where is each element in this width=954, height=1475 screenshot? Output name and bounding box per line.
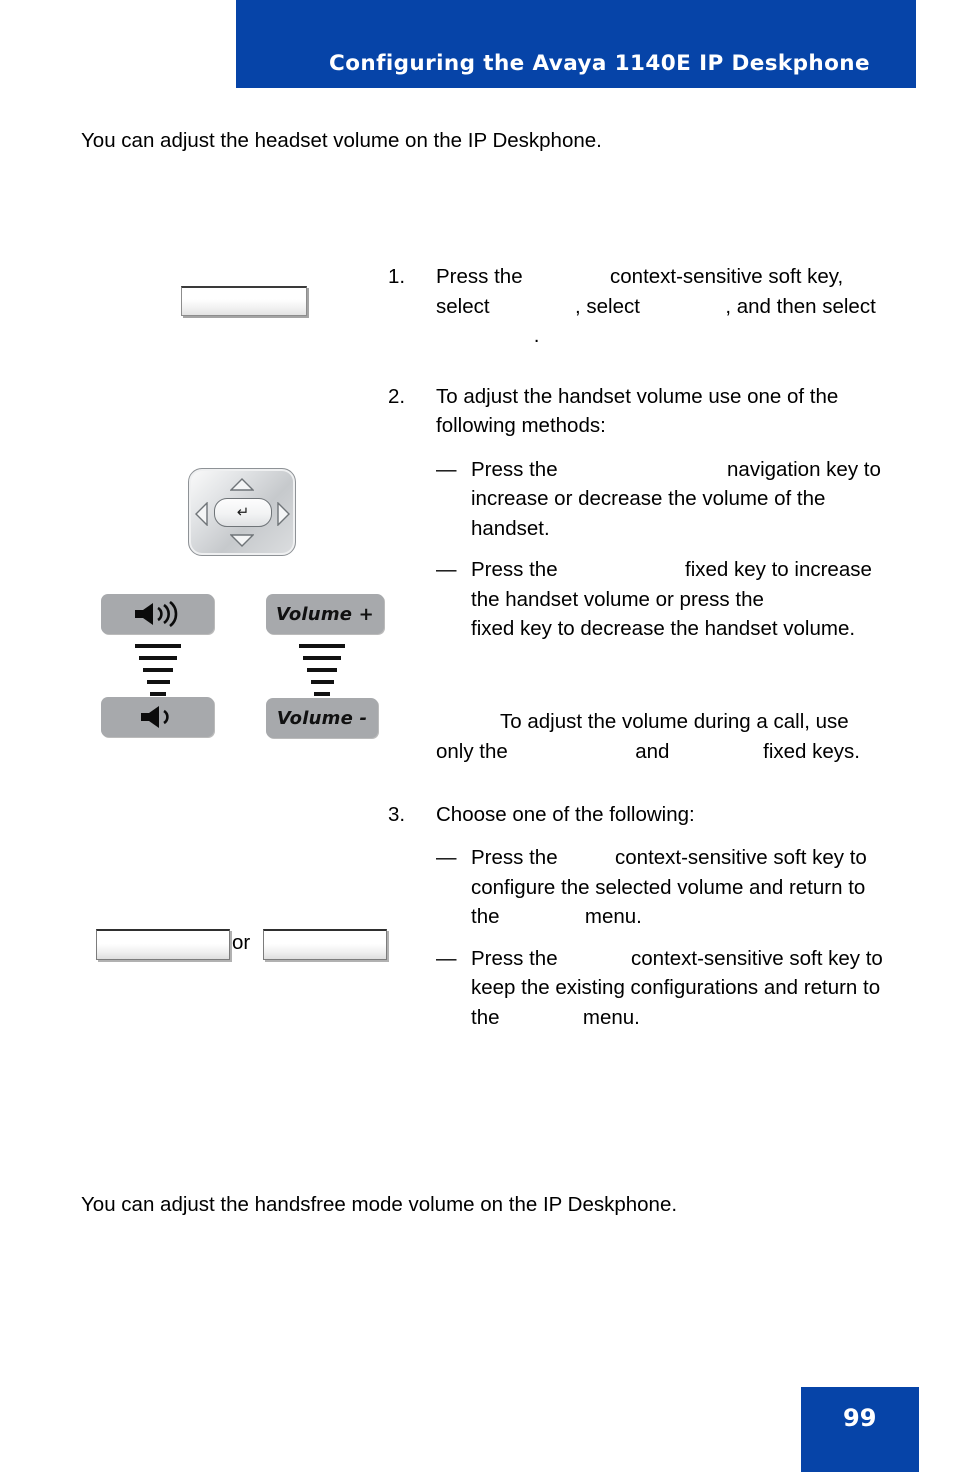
- volume-bar: [146, 680, 170, 684]
- step-2-text: To adjust the handset volume use one of …: [436, 384, 839, 438]
- page-number-badge: 99: [801, 1387, 919, 1472]
- step-1: 1. Press the context-sensitive soft key,…: [388, 262, 884, 351]
- volume-bar: [310, 680, 334, 684]
- step-2-sub-2-bold-term-1: [563, 556, 679, 577]
- softkey-graphic-step3-first: [96, 929, 230, 960]
- page-title: Configuring the Avaya 1140E IP Deskphone: [329, 51, 870, 76]
- step-2-sub-2-text: Press the fixed key to increase the hand…: [471, 555, 884, 644]
- step-3-sub-1-text: Press the context-sensitive soft key to …: [471, 843, 884, 932]
- step-2-sub-2: — Press the fixed key to increase the ha…: [388, 555, 884, 644]
- step-3-sub-2: — Press the context-sensitive soft key t…: [388, 944, 884, 1033]
- note-bold-term-1: [514, 737, 630, 758]
- navigation-cluster-inner: ↵: [189, 469, 295, 555]
- softkey-pair-step3: or: [96, 929, 396, 960]
- step-2-sub-2-dash: —: [436, 558, 457, 581]
- volume-bar: [150, 692, 166, 696]
- volume-up-label: Volume +: [276, 603, 374, 625]
- note-line-4: fixed keys.: [763, 739, 860, 763]
- step-2-sub-1-text: Press the navigation key to increase or …: [471, 455, 884, 544]
- step-3-sub-1-bold-term-1: [563, 844, 609, 865]
- step-3-sub-1-dash: —: [436, 846, 457, 869]
- volume-level-bars-left: [132, 644, 184, 696]
- volume-bar: [299, 644, 345, 648]
- procedure-steps: 1. Press the context-sensitive soft key,…: [388, 262, 884, 1032]
- step-3-number: 3.: [388, 802, 406, 826]
- volume-bar: [307, 668, 337, 672]
- softkey-graphic-step1: [181, 286, 307, 316]
- step-1-part-c: , select: [574, 294, 640, 318]
- step-2-sub-2-part-c: fixed key to decrease the handset volume…: [471, 617, 856, 640]
- speaker-loud-icon: [134, 601, 177, 627]
- step-3-sub-1-part-c: menu.: [584, 905, 642, 928]
- navigation-cluster-graphic: ↵: [188, 468, 296, 556]
- triangle-up-icon: [230, 478, 254, 491]
- volume-level-bars-right: [296, 644, 348, 696]
- note-line-3: and: [635, 739, 670, 763]
- step-1-part-a: Press the: [436, 265, 523, 288]
- step-1-bold-term-4: [436, 322, 528, 343]
- step-1-bold-term-3: [646, 292, 720, 313]
- step-3-text: Choose one of the following:: [436, 802, 695, 826]
- step-2: 2. To adjust the handset volume use one …: [388, 382, 884, 644]
- volume-down-key-graphic: Volume -: [266, 698, 378, 738]
- step-2-sub-1-part-a: Press the: [471, 457, 558, 481]
- step-3-sub-2-part-a: Press the: [471, 946, 558, 970]
- volume-bar: [303, 656, 341, 660]
- step-3-row: 3. Choose one of the following:: [388, 800, 884, 830]
- document-page: Configuring the Avaya 1140E IP Deskphone…: [0, 0, 954, 1475]
- step-3-sub-2-text: Press the context-sensitive soft key to …: [471, 944, 884, 1033]
- volume-bar: [139, 656, 177, 660]
- step-2-number: 2.: [388, 384, 406, 408]
- step-3-sub-1-part-a: Press the: [471, 846, 558, 869]
- softkey-graphic-step3-second: [263, 929, 387, 960]
- step-1-number: 1.: [388, 265, 406, 288]
- step-3-sub-2-part-c: menu.: [582, 1005, 640, 1029]
- step-3-sub-2-bold-term-1: [563, 944, 625, 965]
- page-header-band: Configuring the Avaya 1140E IP Deskphone: [236, 0, 916, 88]
- intro-paragraph: You can adjust the headset volume on the…: [81, 129, 602, 152]
- enter-icon: ↵: [236, 503, 250, 521]
- step-2-sub-2-bold-term-2: [770, 585, 884, 606]
- triangle-left-icon: [195, 502, 208, 526]
- step-3-sub-1-bold-term-2: [505, 903, 579, 924]
- step-3-sub-2-bold-term-2: [505, 1003, 577, 1024]
- step-1-part-e: .: [533, 324, 540, 347]
- step-1-text: Press the context-sensitive soft key, se…: [436, 262, 884, 351]
- step-1-row: 1. Press the context-sensitive soft key,…: [388, 262, 884, 351]
- step-1-part-d: , and then select: [725, 294, 876, 318]
- step-2-row: 2. To adjust the handset volume use one …: [388, 382, 884, 441]
- triangle-down-icon: [230, 534, 254, 547]
- speaker-loud-key-graphic: [101, 594, 214, 634]
- or-label: or: [232, 931, 251, 954]
- volume-bar: [143, 668, 173, 672]
- volume-bar: [314, 692, 330, 696]
- speaker-quiet-icon: [140, 706, 169, 728]
- closing-paragraph: You can adjust the handsfree mode volume…: [81, 1193, 678, 1216]
- page-number: 99: [843, 1404, 877, 1432]
- volume-bar: [135, 644, 181, 648]
- step-3-sub-1: — Press the context-sensitive soft key t…: [388, 843, 884, 932]
- navigation-enter-key: ↵: [214, 498, 272, 527]
- step-3: 3. Choose one of the following: — Press …: [388, 800, 884, 1033]
- step-2-sub-1-bold-term: [563, 455, 721, 476]
- step-2-sub-2-part-a: Press the: [471, 558, 558, 581]
- note-block: To adjust the volume during a call, use …: [436, 707, 888, 766]
- note-line-1: To adjust the volume during a call,: [500, 710, 810, 733]
- volume-up-key-graphic: Volume +: [266, 594, 384, 634]
- triangle-right-icon: [277, 502, 290, 526]
- step-2-sub-1-dash: —: [436, 457, 457, 481]
- step-1-bold-term-2: [495, 292, 569, 313]
- step-1-bold-term-1: [528, 263, 604, 284]
- step-2-sub-1: — Press the navigation key to increase o…: [388, 455, 884, 544]
- speaker-quiet-key-graphic: [101, 697, 214, 737]
- volume-down-label: Volume -: [276, 707, 368, 729]
- step-3-sub-2-dash: —: [436, 946, 457, 970]
